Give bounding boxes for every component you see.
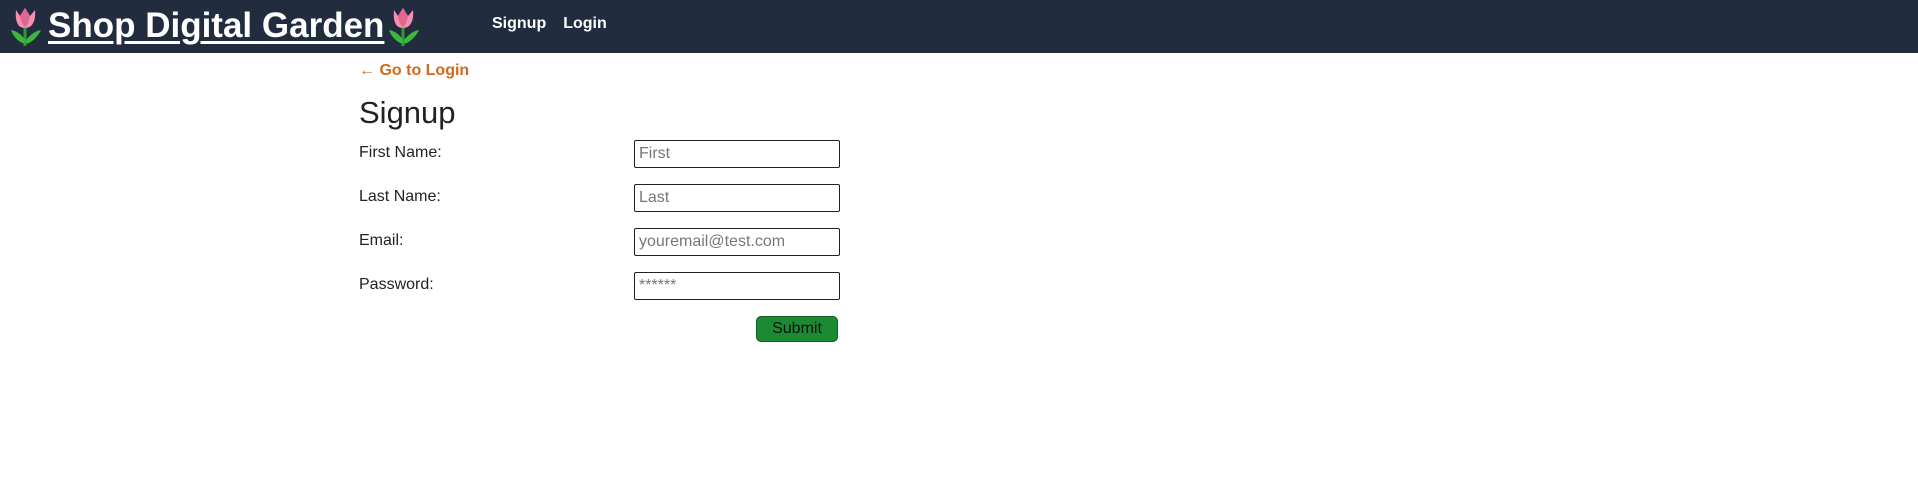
last-name-input[interactable] [634,184,840,212]
page-title: Signup [359,95,456,130]
signup-form: First Name: Last Name: Email: Password: … [359,140,840,346]
tulip-icon [11,8,41,46]
email-input[interactable] [634,228,840,256]
last-name-label: Last Name: [359,188,441,205]
password-row: Password: [359,272,840,316]
go-to-login-link[interactable]: ← Go to Login [359,62,839,84]
first-name-row: First Name: [359,140,840,184]
brand-title: Shop Digital Garden [48,6,385,45]
main-nav: Signup Login [492,15,607,33]
first-name-label: First Name: [359,144,442,161]
email-row: Email: [359,228,840,272]
password-input[interactable] [634,272,840,300]
top-navbar: Shop Digital Garden Signup Login [0,0,1918,53]
first-name-input[interactable] [634,140,840,168]
password-label: Password: [359,276,434,293]
tulip-icon [389,8,420,46]
nav-login-link[interactable]: Login [563,15,607,33]
nav-signup-link[interactable]: Signup [492,15,546,33]
submit-row: Submit [359,316,839,346]
last-name-row: Last Name: [359,184,840,228]
brand-link[interactable]: Shop Digital Garden [8,4,422,48]
submit-button[interactable]: Submit [756,316,838,342]
signup-page: ← Go to Login Signup First Name: Last Na… [359,62,840,346]
email-label: Email: [359,232,404,249]
